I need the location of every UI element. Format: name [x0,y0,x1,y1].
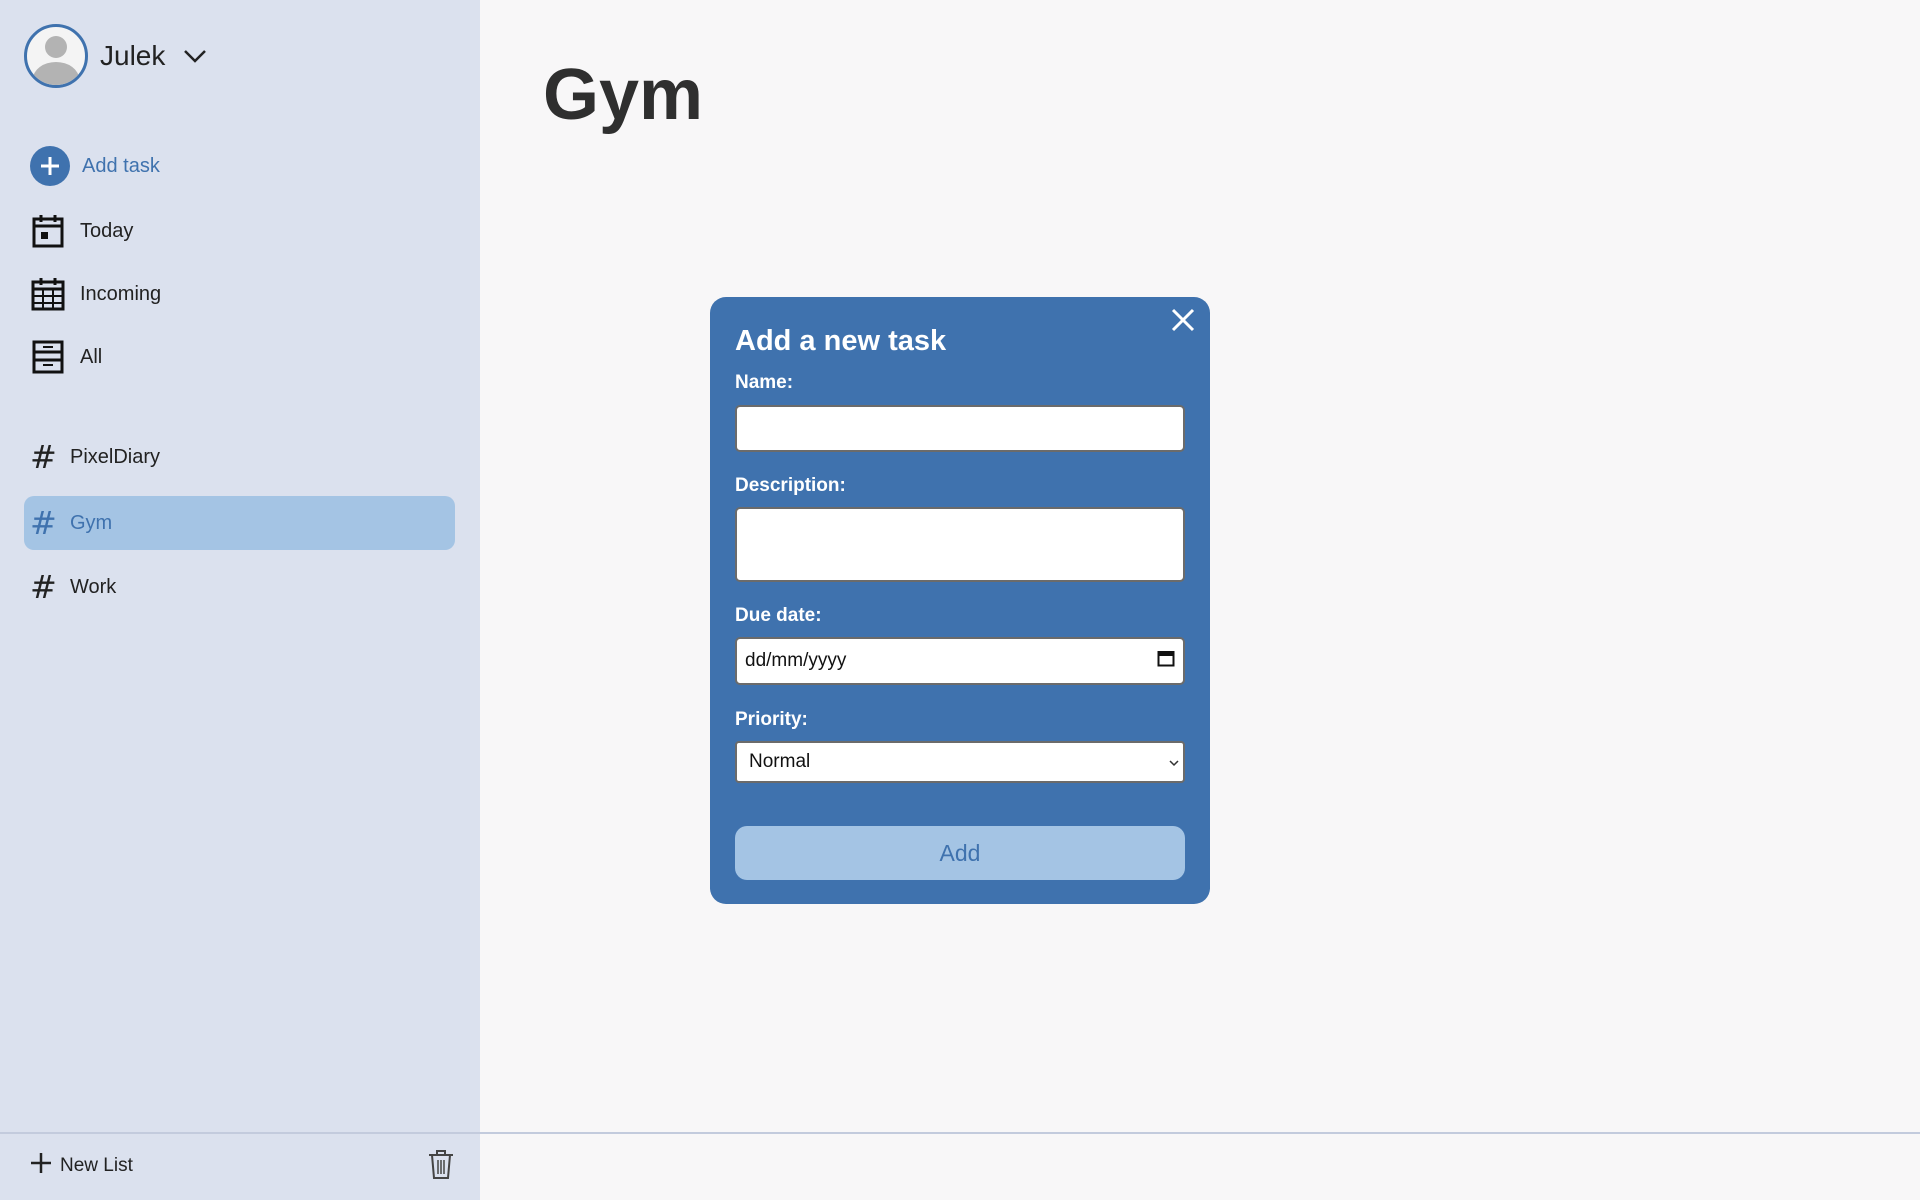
calendar-day-icon [30,213,66,249]
avatar [24,24,88,88]
priority-select[interactable]: Normal [735,741,1185,783]
due-date-placeholder: dd/mm/yyyy [745,650,847,671]
description-label: Description: [735,475,846,496]
calendar-icon[interactable] [1157,649,1175,673]
hash-icon: # [30,504,57,542]
trash-icon[interactable] [428,1150,454,1185]
add-task-label: Add task [82,154,160,177]
name-label: Name: [735,372,794,393]
hash-icon: # [30,438,57,476]
new-list-button[interactable]: New List [30,1152,133,1180]
plus-icon [30,1152,52,1180]
list-item-pixeldiary[interactable]: # PixelDiary [24,430,455,484]
user-avatar-icon [33,36,79,85]
plus-circle-icon [30,146,70,186]
list-item-gym[interactable]: # Gym [24,496,455,550]
add-task-button[interactable]: Add task [30,146,160,186]
nav-label-all: All [80,345,103,368]
priority-value: Normal [749,751,811,772]
nav-label-today: Today [80,219,134,242]
archive-icon [30,339,66,375]
user-menu[interactable]: Julek [24,24,207,88]
priority-label: Priority: [735,709,808,730]
page-title: Gym [543,55,704,135]
sidebar: Julek Add task Today Incoming All # Pixe… [0,0,480,1200]
due-date-field[interactable]: dd/mm/yyyy [735,637,1185,685]
nav-item-today[interactable]: Today [30,213,133,249]
hash-icon: # [30,568,57,606]
add-task-dialog: Add a new task Name: Description: Due da… [710,297,1210,904]
nav-item-incoming[interactable]: Incoming [30,276,161,312]
chevron-down-icon[interactable] [183,48,207,64]
name-field[interactable] [735,405,1185,452]
chevron-down-icon [1169,751,1179,773]
list-item-work[interactable]: # Work [24,560,455,614]
add-button[interactable]: Add [735,826,1185,880]
new-list-label: New List [60,1155,133,1176]
nav-item-all[interactable]: All [30,339,102,375]
nav-label-incoming: Incoming [80,282,162,305]
description-field[interactable] [735,507,1185,582]
calendar-grid-icon [30,276,66,312]
footer-divider [0,1132,1920,1134]
close-icon[interactable] [1169,306,1197,339]
list-label: PixelDiary [70,445,161,468]
list-label: Gym [70,511,113,534]
due-date-label: Due date: [735,605,822,626]
list-label: Work [70,575,117,598]
user-name: Julek [100,40,166,71]
dialog-title: Add a new task [735,325,947,357]
